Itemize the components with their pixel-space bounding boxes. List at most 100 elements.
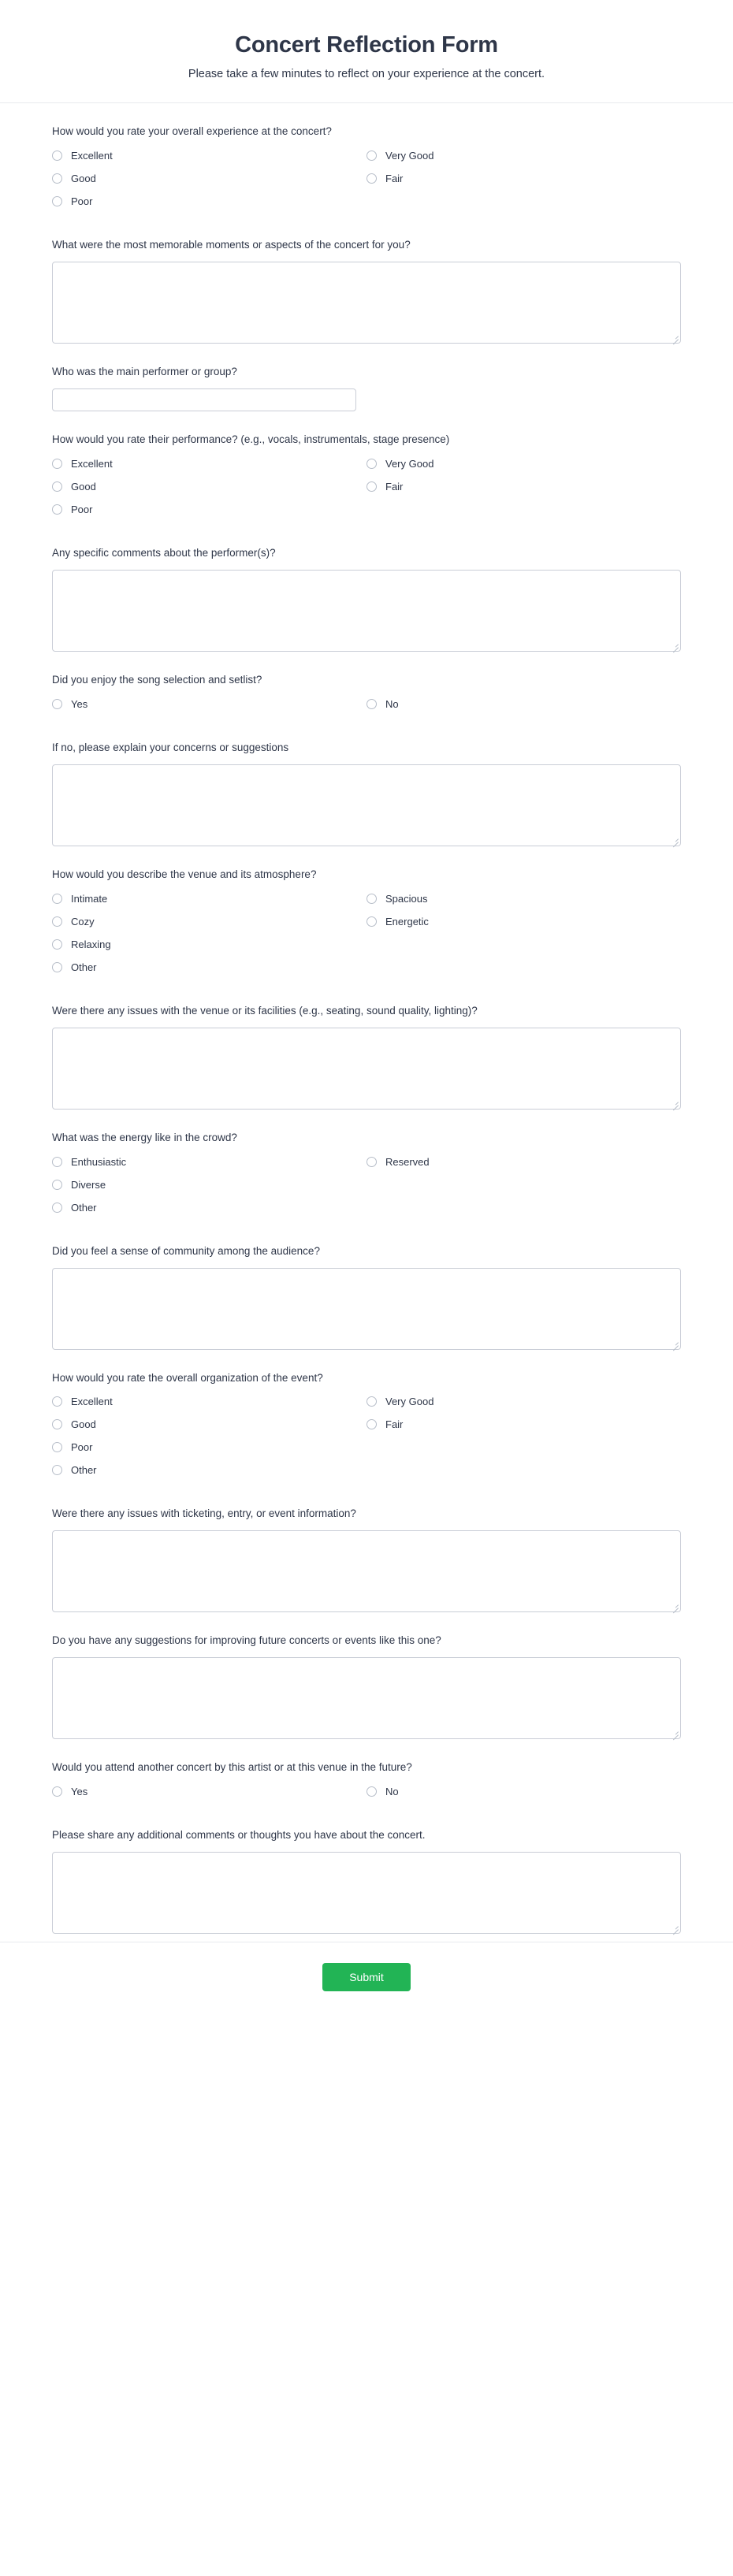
radio-circle-icon[interactable] (52, 504, 62, 515)
radio-option-event-organization-0[interactable]: Excellent (52, 1394, 366, 1409)
radio-option-label: Enthusiastic (71, 1155, 127, 1168)
radio-option-song-selection-1[interactable]: No (366, 697, 681, 712)
radio-option-overall-experience-2[interactable]: Poor (52, 194, 366, 209)
radio-option-song-selection-0[interactable]: Yes (52, 697, 366, 712)
textarea-ticketing-issues[interactable] (52, 1530, 681, 1613)
radio-option-label: Other (71, 961, 97, 973)
radio-option-performance-rating-0[interactable]: Excellent (52, 456, 366, 471)
radio-circle-icon[interactable] (366, 916, 377, 927)
radio-circle-icon[interactable] (52, 1465, 62, 1476)
radio-option-event-organization-1[interactable]: Good (52, 1417, 366, 1432)
radio-option-overall-experience-1[interactable]: Good (52, 171, 366, 186)
radio-option-venue-atmosphere-3[interactable]: Other (52, 960, 366, 975)
radio-option-overall-experience-0[interactable]: Excellent (52, 148, 366, 163)
radio-circle-icon[interactable] (52, 916, 62, 927)
radio-option-performance-rating-4[interactable]: Fair (366, 479, 681, 494)
radio-option-venue-atmosphere-5[interactable]: Energetic (366, 914, 681, 929)
radio-option-crowd-energy-0[interactable]: Enthusiastic (52, 1154, 366, 1169)
radio-group-performance-rating: Excellent Good Poor Very Good Fair (52, 456, 681, 525)
field-label-future-suggestions: Do you have any suggestions for improvin… (52, 1634, 441, 1647)
radio-option-performance-rating-1[interactable]: Good (52, 479, 366, 494)
field-event-organization: How would you rate the overall organizat… (52, 1370, 681, 1486)
radio-option-label: Reserved (385, 1155, 430, 1168)
radio-circle-icon[interactable] (366, 1786, 377, 1797)
field-ticketing-issues: Were there any issues with ticketing, en… (52, 1506, 681, 1613)
radio-option-crowd-energy-3[interactable]: Reserved (366, 1154, 681, 1169)
radio-option-attend-again-0[interactable]: Yes (52, 1784, 366, 1799)
radio-circle-icon[interactable] (52, 698, 62, 709)
radio-circle-icon[interactable] (366, 151, 377, 162)
textarea-wrapper-future-suggestions (52, 1657, 681, 1740)
radio-option-venue-atmosphere-0[interactable]: Intimate (52, 891, 366, 906)
radio-group-venue-atmosphere: Intimate Cozy Relaxing Other Spacious Energet… (52, 891, 681, 983)
field-crowd-energy: What was the energy like in the crowd? En… (52, 1130, 681, 1223)
textarea-venue-issues[interactable] (52, 1027, 681, 1110)
radio-option-label: No (385, 697, 399, 710)
form-footer: Submit (0, 1942, 733, 2018)
textarea-wrapper-memorable-moments (52, 262, 681, 344)
radio-circle-icon[interactable] (52, 1419, 62, 1430)
radio-option-crowd-energy-1[interactable]: Diverse (52, 1177, 366, 1192)
field-label-song-selection: Did you enjoy the song selection and set… (52, 673, 262, 686)
radio-circle-icon[interactable] (52, 1786, 62, 1797)
radio-option-venue-atmosphere-1[interactable]: Cozy (52, 914, 366, 929)
radio-circle-icon[interactable] (52, 481, 62, 493)
textarea-sense-of-community[interactable] (52, 1267, 681, 1350)
field-performer-comments: Any specific comments about the performe… (52, 545, 681, 652)
textarea-performer-comments[interactable] (52, 569, 681, 652)
radio-circle-icon[interactable] (52, 173, 62, 184)
radio-circle-icon[interactable] (52, 459, 62, 470)
radio-option-overall-experience-4[interactable]: Fair (366, 171, 681, 186)
textarea-memorable-moments[interactable] (52, 262, 681, 344)
radio-circle-icon[interactable] (366, 1396, 377, 1407)
radio-option-event-organization-2[interactable]: Poor (52, 1440, 366, 1455)
radio-option-venue-atmosphere-4[interactable]: Spacious (366, 891, 681, 906)
radio-circle-icon[interactable] (52, 1202, 62, 1213)
radio-option-performance-rating-3[interactable]: Very Good (366, 456, 681, 471)
radio-circle-icon[interactable] (366, 173, 377, 184)
radio-circle-icon[interactable] (52, 939, 62, 950)
radio-option-label: Fair (385, 481, 404, 493)
radio-option-event-organization-3[interactable]: Other (52, 1463, 366, 1478)
field-performance-rating: How would you rate their performance? (e… (52, 432, 681, 525)
field-attend-again: Would you attend another concert by this… (52, 1760, 681, 1807)
radio-option-event-organization-4[interactable]: Very Good (366, 1394, 681, 1409)
radio-circle-icon[interactable] (366, 698, 377, 709)
radio-option-label: Spacious (385, 892, 428, 905)
field-additional-comments: Please share any additional comments or … (52, 1827, 681, 1935)
submit-button[interactable]: Submit (322, 1963, 411, 1992)
radio-group-crowd-energy: Enthusiastic Diverse Other Reserved (52, 1154, 681, 1223)
field-label-overall-experience: How would you rate your overall experien… (52, 125, 332, 138)
field-label-main-performer: Who was the main performer or group? (52, 366, 237, 378)
field-song-selection: Did you enjoy the song selection and set… (52, 672, 681, 719)
radio-option-label: Excellent (71, 1396, 113, 1408)
text-input-main-performer[interactable] (52, 388, 356, 412)
radio-circle-icon[interactable] (366, 1156, 377, 1167)
radio-circle-icon[interactable] (52, 893, 62, 904)
radio-circle-icon[interactable] (52, 1442, 62, 1453)
radio-circle-icon[interactable] (52, 151, 62, 162)
textarea-wrapper-performer-comments (52, 569, 681, 652)
radio-option-overall-experience-3[interactable]: Very Good (366, 148, 681, 163)
radio-circle-icon[interactable] (366, 459, 377, 470)
radio-circle-icon[interactable] (52, 196, 62, 207)
radio-option-event-organization-5[interactable]: Fair (366, 1417, 681, 1432)
radio-option-crowd-energy-2[interactable]: Other (52, 1200, 366, 1215)
radio-option-attend-again-1[interactable]: No (366, 1784, 681, 1799)
radio-option-performance-rating-2[interactable]: Poor (52, 502, 366, 517)
radio-circle-icon[interactable] (52, 1156, 62, 1167)
radio-circle-icon[interactable] (366, 893, 377, 904)
textarea-additional-comments[interactable] (52, 1852, 681, 1935)
textarea-future-suggestions[interactable] (52, 1657, 681, 1740)
radio-option-label: Relaxing (71, 938, 111, 950)
radio-circle-icon[interactable] (366, 481, 377, 493)
radio-circle-icon[interactable] (366, 1419, 377, 1430)
radio-circle-icon[interactable] (52, 1396, 62, 1407)
field-label-performer-comments: Any specific comments about the performe… (52, 547, 276, 559)
textarea-setlist-concerns[interactable] (52, 764, 681, 846)
field-main-performer: Who was the main performer or group? (52, 364, 681, 412)
radio-option-venue-atmosphere-2[interactable]: Relaxing (52, 937, 366, 952)
radio-circle-icon[interactable] (52, 961, 62, 972)
radio-option-label: Very Good (385, 150, 434, 162)
radio-circle-icon[interactable] (52, 1179, 62, 1190)
